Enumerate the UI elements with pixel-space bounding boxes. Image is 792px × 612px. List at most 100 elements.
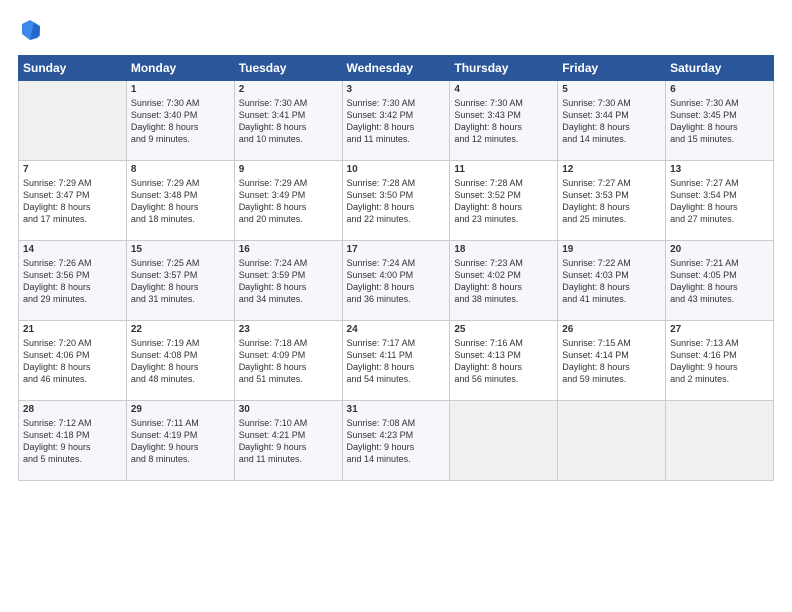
calendar-cell: 18 Sunrise: 7:23 AM Sunset: 4:02 PM Dayli…	[450, 241, 558, 321]
day-number: 17	[347, 244, 446, 255]
header-row: SundayMondayTuesdayWednesdayThursdayFrid…	[19, 56, 774, 81]
week-row-5: 28 Sunrise: 7:12 AM Sunset: 4:18 PM Dayli…	[19, 401, 774, 481]
day-info: Sunrise: 7:29 AM Sunset: 3:49 PM Dayligh…	[239, 177, 338, 226]
calendar-cell: 15 Sunrise: 7:25 AM Sunset: 3:57 PM Dayli…	[126, 241, 234, 321]
week-row-4: 21Sunrise: 7:20 AM Sunset: 4:06 PM Dayli…	[19, 321, 774, 401]
day-info: Sunrise: 7:18 AM Sunset: 4:09 PM Dayligh…	[239, 337, 338, 386]
calendar-cell: 4 Sunrise: 7:30 AM Sunset: 3:43 PM Daylig…	[450, 81, 558, 161]
calendar-cell: 8 Sunrise: 7:29 AM Sunset: 3:48 PM Daylig…	[126, 161, 234, 241]
day-number: 27	[670, 324, 769, 335]
day-info: Sunrise: 7:30 AM Sunset: 3:45 PM Dayligh…	[670, 97, 769, 146]
calendar-cell: 26 Sunrise: 7:15 AM Sunset: 4:14 PM Dayli…	[558, 321, 666, 401]
calendar-cell: 16 Sunrise: 7:24 AM Sunset: 3:59 PM Dayli…	[234, 241, 342, 321]
day-number: 29	[131, 404, 230, 415]
day-number: 18	[454, 244, 553, 255]
day-info: Sunrise: 7:29 AM Sunset: 3:48 PM Dayligh…	[131, 177, 230, 226]
calendar-cell: 29 Sunrise: 7:11 AM Sunset: 4:19 PM Dayli…	[126, 401, 234, 481]
day-number: 14	[23, 244, 122, 255]
calendar-cell: 2Sunrise: 7:30 AM Sunset: 3:41 PM Daylig…	[234, 81, 342, 161]
col-header-friday: Friday	[558, 56, 666, 81]
day-info: Sunrise: 7:30 AM Sunset: 3:44 PM Dayligh…	[562, 97, 661, 146]
logo-icon	[20, 18, 42, 40]
day-info: Sunrise: 7:16 AM Sunset: 4:13 PM Dayligh…	[454, 337, 553, 386]
day-info: Sunrise: 7:19 AM Sunset: 4:08 PM Dayligh…	[131, 337, 230, 386]
header	[18, 18, 774, 45]
day-info: Sunrise: 7:20 AM Sunset: 4:06 PM Dayligh…	[23, 337, 122, 386]
day-number: 26	[562, 324, 661, 335]
calendar-cell: 10 Sunrise: 7:28 AM Sunset: 3:50 PM Dayli…	[342, 161, 450, 241]
calendar-cell: 6 Sunrise: 7:30 AM Sunset: 3:45 PM Daylig…	[666, 81, 774, 161]
week-row-3: 14 Sunrise: 7:26 AM Sunset: 3:56 PM Dayli…	[19, 241, 774, 321]
calendar-cell: 5 Sunrise: 7:30 AM Sunset: 3:44 PM Daylig…	[558, 81, 666, 161]
day-info: Sunrise: 7:27 AM Sunset: 3:53 PM Dayligh…	[562, 177, 661, 226]
calendar-cell: 23 Sunrise: 7:18 AM Sunset: 4:09 PM Dayli…	[234, 321, 342, 401]
day-number: 28	[23, 404, 122, 415]
day-number: 7	[23, 164, 122, 175]
calendar-table: SundayMondayTuesdayWednesdayThursdayFrid…	[18, 55, 774, 481]
day-number: 6	[670, 84, 769, 95]
col-header-tuesday: Tuesday	[234, 56, 342, 81]
calendar-cell: 17Sunrise: 7:24 AM Sunset: 4:00 PM Dayli…	[342, 241, 450, 321]
calendar-cell: 13Sunrise: 7:27 AM Sunset: 3:54 PM Dayli…	[666, 161, 774, 241]
day-info: Sunrise: 7:30 AM Sunset: 3:40 PM Dayligh…	[131, 97, 230, 146]
col-header-wednesday: Wednesday	[342, 56, 450, 81]
day-info: Sunrise: 7:21 AM Sunset: 4:05 PM Dayligh…	[670, 257, 769, 306]
calendar-cell: 1 Sunrise: 7:30 AM Sunset: 3:40 PM Daylig…	[126, 81, 234, 161]
day-info: Sunrise: 7:13 AM Sunset: 4:16 PM Dayligh…	[670, 337, 769, 386]
col-header-thursday: Thursday	[450, 56, 558, 81]
calendar-cell	[666, 401, 774, 481]
calendar-cell: 11Sunrise: 7:28 AM Sunset: 3:52 PM Dayli…	[450, 161, 558, 241]
day-number: 16	[239, 244, 338, 255]
calendar-cell: 19Sunrise: 7:22 AM Sunset: 4:03 PM Dayli…	[558, 241, 666, 321]
day-info: Sunrise: 7:22 AM Sunset: 4:03 PM Dayligh…	[562, 257, 661, 306]
calendar-cell: 27 Sunrise: 7:13 AM Sunset: 4:16 PM Dayli…	[666, 321, 774, 401]
calendar-cell: 3Sunrise: 7:30 AM Sunset: 3:42 PM Daylig…	[342, 81, 450, 161]
day-info: Sunrise: 7:30 AM Sunset: 3:43 PM Dayligh…	[454, 97, 553, 146]
day-info: Sunrise: 7:08 AM Sunset: 4:23 PM Dayligh…	[347, 417, 446, 466]
calendar-cell: 25 Sunrise: 7:16 AM Sunset: 4:13 PM Dayli…	[450, 321, 558, 401]
calendar-cell: 28 Sunrise: 7:12 AM Sunset: 4:18 PM Dayli…	[19, 401, 127, 481]
calendar-cell	[19, 81, 127, 161]
calendar-cell: 21Sunrise: 7:20 AM Sunset: 4:06 PM Dayli…	[19, 321, 127, 401]
day-number: 1	[131, 84, 230, 95]
calendar-cell: 30Sunrise: 7:10 AM Sunset: 4:21 PM Dayli…	[234, 401, 342, 481]
day-info: Sunrise: 7:11 AM Sunset: 4:19 PM Dayligh…	[131, 417, 230, 466]
calendar-cell	[558, 401, 666, 481]
day-number: 23	[239, 324, 338, 335]
day-info: Sunrise: 7:24 AM Sunset: 3:59 PM Dayligh…	[239, 257, 338, 306]
calendar-cell: 14 Sunrise: 7:26 AM Sunset: 3:56 PM Dayli…	[19, 241, 127, 321]
day-info: Sunrise: 7:26 AM Sunset: 3:56 PM Dayligh…	[23, 257, 122, 306]
day-number: 9	[239, 164, 338, 175]
day-info: Sunrise: 7:12 AM Sunset: 4:18 PM Dayligh…	[23, 417, 122, 466]
day-number: 8	[131, 164, 230, 175]
day-number: 2	[239, 84, 338, 95]
calendar-cell: 20 Sunrise: 7:21 AM Sunset: 4:05 PM Dayli…	[666, 241, 774, 321]
calendar-cell: 7 Sunrise: 7:29 AM Sunset: 3:47 PM Daylig…	[19, 161, 127, 241]
day-info: Sunrise: 7:23 AM Sunset: 4:02 PM Dayligh…	[454, 257, 553, 306]
day-info: Sunrise: 7:29 AM Sunset: 3:47 PM Dayligh…	[23, 177, 122, 226]
calendar-cell: 31Sunrise: 7:08 AM Sunset: 4:23 PM Dayli…	[342, 401, 450, 481]
day-number: 20	[670, 244, 769, 255]
logo	[18, 18, 42, 45]
col-header-monday: Monday	[126, 56, 234, 81]
calendar-cell: 9 Sunrise: 7:29 AM Sunset: 3:49 PM Daylig…	[234, 161, 342, 241]
day-info: Sunrise: 7:25 AM Sunset: 3:57 PM Dayligh…	[131, 257, 230, 306]
day-info: Sunrise: 7:27 AM Sunset: 3:54 PM Dayligh…	[670, 177, 769, 226]
day-number: 25	[454, 324, 553, 335]
week-row-2: 7 Sunrise: 7:29 AM Sunset: 3:47 PM Daylig…	[19, 161, 774, 241]
calendar-cell	[450, 401, 558, 481]
day-info: Sunrise: 7:10 AM Sunset: 4:21 PM Dayligh…	[239, 417, 338, 466]
day-info: Sunrise: 7:28 AM Sunset: 3:50 PM Dayligh…	[347, 177, 446, 226]
day-number: 11	[454, 164, 553, 175]
day-number: 24	[347, 324, 446, 335]
calendar-cell: 12Sunrise: 7:27 AM Sunset: 3:53 PM Dayli…	[558, 161, 666, 241]
day-info: Sunrise: 7:15 AM Sunset: 4:14 PM Dayligh…	[562, 337, 661, 386]
day-number: 5	[562, 84, 661, 95]
week-row-1: 1 Sunrise: 7:30 AM Sunset: 3:40 PM Daylig…	[19, 81, 774, 161]
day-number: 3	[347, 84, 446, 95]
day-number: 4	[454, 84, 553, 95]
col-header-sunday: Sunday	[19, 56, 127, 81]
day-number: 10	[347, 164, 446, 175]
page: SundayMondayTuesdayWednesdayThursdayFrid…	[0, 0, 792, 612]
day-number: 15	[131, 244, 230, 255]
